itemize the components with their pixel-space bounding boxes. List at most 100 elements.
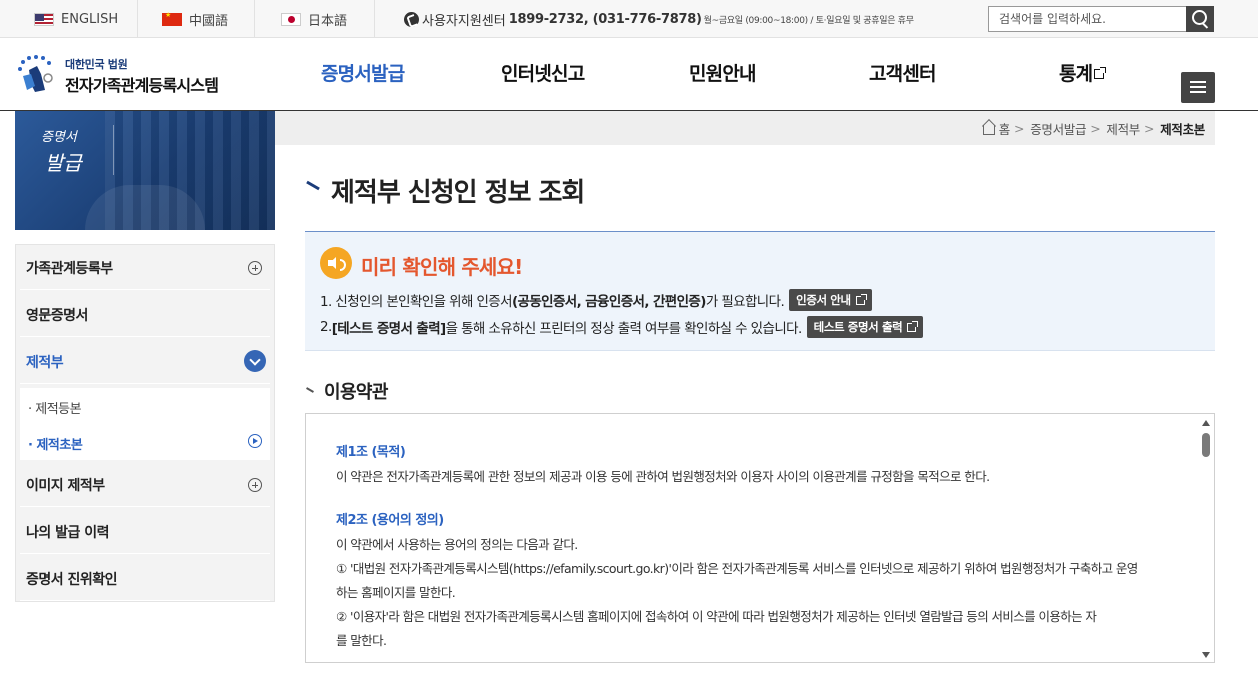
nav-internet-report[interactable]: 인터넷신고 — [501, 38, 585, 111]
breadcrumb-home[interactable]: 홈 — [999, 119, 1011, 138]
button-label: 인증서 안내 — [796, 293, 851, 307]
sidebar-submenu: · 제적등본 · 제적초본 — [20, 388, 270, 460]
sidebar-item-family-register[interactable]: 가족관계등록부 — [20, 246, 270, 290]
sidebar-item-english-certificate[interactable]: 영문증명서 — [20, 293, 270, 337]
sidebar-item-issue-history[interactable]: 나의 발급 이력 — [20, 510, 270, 554]
terms-article-heading: 제1조 (목적) — [336, 445, 406, 460]
terms-article-text: ① '대법원 전자가족관계등록시스템(https://efamily.scour… — [336, 561, 1138, 576]
search-button[interactable] — [1186, 6, 1214, 32]
external-link-icon — [1094, 67, 1107, 79]
all-menu-button[interactable] — [1181, 72, 1215, 103]
chevron-down-icon — [244, 350, 266, 372]
scroll-up-icon[interactable] — [1202, 420, 1210, 426]
sidebar-item-label: 나의 발급 이력 — [26, 524, 110, 541]
notice-text: 가 필요합니다. — [705, 294, 785, 310]
megaphone-icon — [320, 247, 352, 279]
nav-statistics-label: 통계 — [1059, 63, 1093, 85]
chevron-right-icon: > — [1144, 120, 1155, 136]
arrow-right-circle-icon — [248, 434, 262, 448]
home-icon — [982, 125, 995, 135]
sidebar-item-authenticity-check[interactable]: 증명서 진위확인 — [20, 557, 270, 601]
notice-text: 2. — [320, 319, 332, 335]
sidebar-item-label: 이미지 제적부 — [26, 477, 105, 494]
certificate-guide-button[interactable]: 인증서 안내 — [789, 289, 872, 311]
language-label: 中國語 — [189, 13, 229, 29]
nav-civil-guide[interactable]: 민원안내 — [689, 38, 757, 111]
plus-circle-icon — [248, 478, 262, 492]
language-english-link[interactable]: ENGLISH — [0, 0, 138, 38]
breadcrumb-current: 제적초본 — [1160, 121, 1205, 137]
court-emblem-icon — [18, 55, 53, 92]
language-japanese-link[interactable]: 日本語 — [255, 0, 375, 38]
external-link-icon — [855, 293, 867, 305]
breadcrumb-removal-register[interactable]: 제적부 — [1106, 119, 1140, 138]
banner-title-small: 증명서 — [41, 130, 77, 145]
title-accent-mark — [306, 180, 320, 191]
scroll-down-icon[interactable] — [1202, 652, 1210, 658]
nav-certificate-issue[interactable]: 증명서발급 — [321, 38, 405, 111]
language-label: 日本語 — [308, 13, 348, 29]
sidebar-item-label: 가족관계등록부 — [26, 260, 113, 277]
sidebar-subitem-label: 제적등본 — [35, 402, 82, 417]
terms-scrollbar[interactable] — [1198, 414, 1214, 662]
notice-box: 미리 확인해 주세요! 1. 신청인의 본인확인을 위해 인증서 (공동인증서, … — [305, 231, 1215, 351]
support-label: 사용자지원센터 — [422, 13, 506, 29]
banner-title-large: 발급 — [45, 151, 82, 175]
terms-article-text: 하는 홈페이지를 말한다. — [336, 585, 456, 600]
logo-title: 전자가족관계등록시스템 — [65, 76, 219, 95]
sidebar-menu: 가족관계등록부 영문증명서 제적부 · 제적등본 · 제적초본 이미지 제적부 … — [15, 244, 275, 602]
support-hours: 월~금요일 (09:00~18:00) / 토·일요일 및 공휴일은 휴무 — [703, 15, 914, 26]
notice-text: 1. 신청인의 본인확인을 위해 인증서 — [320, 294, 513, 310]
sidebar-item-label: 증명서 진위확인 — [26, 571, 118, 588]
japan-flag-icon — [281, 12, 301, 26]
chevron-right-icon: > — [1014, 120, 1025, 136]
sidebar-item-image-register[interactable]: 이미지 제적부 — [20, 463, 270, 507]
support-phone: 1899-2732, (031-776-7878) — [508, 11, 702, 27]
sidebar-item-label: 제적부 — [26, 354, 64, 371]
search-box — [988, 6, 1214, 32]
test-print-button[interactable]: 테스트 증명서 출력 — [806, 316, 924, 338]
breadcrumb-certificate-issue[interactable]: 증명서발급 — [1030, 119, 1086, 138]
language-chinese-link[interactable]: 中國語 — [138, 0, 255, 38]
hamburger-icon — [1190, 81, 1206, 83]
site-header: 대한민국 법원 전자가족관계등록시스템 증명서발급 인터넷신고 민원안내 고객센… — [0, 38, 1258, 111]
hamburger-icon — [1190, 91, 1206, 93]
terms-scroll-box[interactable]: 제1조 (목적) 이 약관은 전자가족관계등록에 관한 정보의 제공과 이용 등… — [305, 413, 1215, 663]
notice-text-bold: [테스트 증명서 출력] — [331, 321, 447, 337]
support-center-info: 사용자지원센터 1899-2732, (031-776-7878) 월~금요일 … — [404, 0, 914, 38]
sidebar-item-removal-register[interactable]: 제적부 — [20, 340, 270, 384]
notice-line-1: 1. 신청인의 본인확인을 위해 인증서 (공동인증서, 금융인증서, 간편인증)… — [320, 289, 872, 311]
sidebar-item-label: 영문증명서 — [26, 307, 88, 324]
notice-text-bold: (공동인증서, 금융인증서, 간편인증) — [511, 294, 706, 310]
chevron-right-icon: > — [1090, 120, 1101, 136]
nav-customer-center[interactable]: 고객센터 — [869, 38, 937, 111]
sidebar-subitem-abstract-copy[interactable]: · 제적초본 — [28, 434, 83, 453]
banner-divider — [113, 125, 114, 175]
hamburger-icon — [1190, 86, 1206, 88]
terms-article-text: 이 약관은 전자가족관계등록에 관한 정보의 제공과 이용 등에 관하여 법원행… — [336, 469, 990, 484]
notice-line-2: 2. [테스트 증명서 출력] 을 통해 소유하신 프린터의 정상 출력 여부를 … — [320, 316, 924, 338]
section-accent-mark — [306, 387, 314, 393]
terms-article-text: ② '이용자'라 함은 대법원 전자가족관계등록시스템 홈페이지에 접속하여 이… — [336, 609, 1097, 624]
button-label: 테스트 증명서 출력 — [813, 320, 903, 334]
us-flag-icon — [34, 12, 54, 26]
page-title: 제적부 신청인 정보 조회 — [331, 178, 585, 208]
sidebar-subitem-full-copy[interactable]: · 제적등본 — [28, 398, 82, 417]
phone-icon — [404, 11, 419, 27]
external-link-icon — [907, 320, 919, 332]
site-logo[interactable]: 대한민국 법원 전자가족관계등록시스템 — [15, 54, 235, 96]
language-label: ENGLISH — [61, 11, 119, 27]
notice-text: 을 통해 소유하신 프린터의 정상 출력 여부를 확인하실 수 있습니다. — [445, 321, 803, 337]
sidebar-subitem-label: 제적초본 — [36, 438, 83, 453]
nav-statistics[interactable]: 통계 — [1059, 38, 1107, 111]
breadcrumb: 홈 > 증명서발급 > 제적부 > 제적초본 — [275, 111, 1215, 145]
sidebar-banner: 증명서 발급 — [15, 111, 275, 230]
scroll-thumb[interactable] — [1202, 433, 1210, 457]
terms-section-title: 이용약관 — [324, 382, 388, 403]
notice-title: 미리 확인해 주세요! — [361, 255, 523, 279]
terms-article-text: 이 약관에서 사용하는 용어의 정의는 다음과 같다. — [336, 537, 578, 552]
top-utility-bar: ENGLISH 中國語 日本語 사용자지원센터 1899-2732, (031-… — [0, 0, 1258, 38]
logo-subtitle: 대한민국 법원 — [65, 58, 128, 71]
search-input[interactable] — [989, 7, 1187, 31]
plus-circle-icon — [248, 261, 262, 275]
